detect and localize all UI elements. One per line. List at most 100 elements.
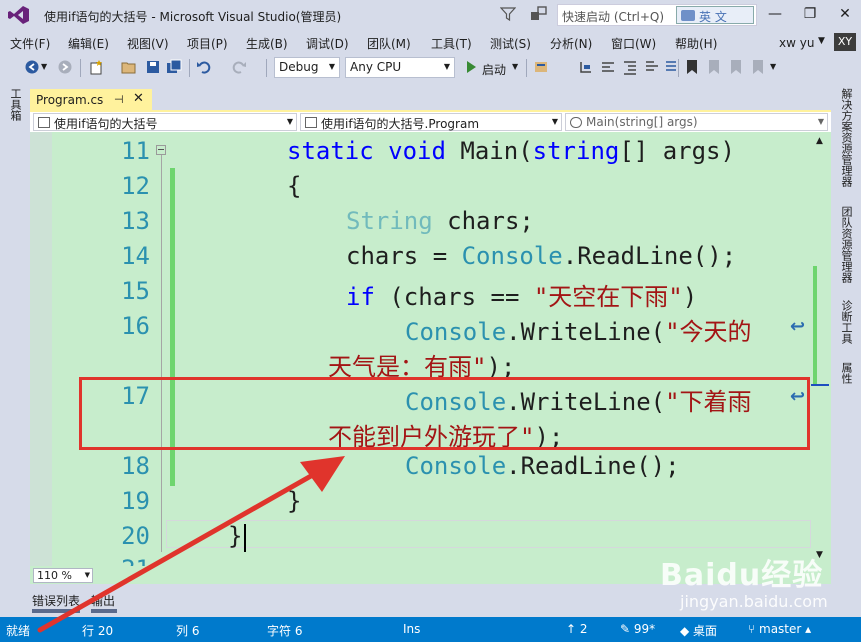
code-line-11[interactable]: static void Main(string[] args) [287,137,735,165]
bookmark-icon[interactable] [684,59,700,75]
outline-guide [161,152,162,552]
diagnostic-tools-tab[interactable]: 诊断工具 [838,300,854,344]
avatar[interactable]: XY [834,33,856,51]
chevron-down-icon: ▼ [84,571,90,579]
project-value: 使用if语句的大括号 [54,117,158,131]
tab-error-list[interactable]: 错误列表 [32,592,80,609]
menu-help[interactable]: 帮助(H) [675,35,717,52]
solution-configuration-select[interactable]: Debug ▼ [274,57,340,78]
code-type: Console [405,452,507,480]
code-line-14[interactable]: chars = Console.ReadLine(); [346,242,736,270]
code-editor[interactable]: 11 12 13 14 15 16 17 18 19 20 21 static … [30,132,831,566]
menu-tools[interactable]: 工具(T) [431,35,472,52]
start-button[interactable]: 启动 [482,61,506,78]
save-icon[interactable] [145,59,161,75]
step-into-icon[interactable] [578,59,594,75]
comment-out-icon[interactable] [644,59,660,75]
show-threads-icon[interactable] [600,59,616,75]
solution-platform-select[interactable]: Any CPU ▼ [345,57,455,78]
close-tab-icon[interactable]: ✕ [133,91,144,106]
type-select[interactable]: 使用if语句的大括号.Program ▼ [300,113,562,131]
navigate-back-icon[interactable] [24,59,40,75]
vertical-scrollbar[interactable]: ▲ ▼ [811,132,831,566]
status-pending-changes[interactable]: ✎ 99* [620,622,655,636]
next-bookmark-icon[interactable] [728,59,744,75]
new-project-icon[interactable] [88,59,104,75]
code-punct: ( [518,137,533,165]
status-branch[interactable]: ⑂ master ▴ [748,622,811,636]
tab-program-cs[interactable]: Program.cs ⊣ ✕ [30,89,152,111]
notifications-filter-icon[interactable] [500,6,516,22]
close-button[interactable]: ✕ [834,4,856,24]
menu-analyze[interactable]: 分析(N) [550,35,592,52]
navigate-forward-icon[interactable] [57,59,73,75]
back-dropdown-icon[interactable]: ▼ [41,62,57,78]
scrollbar-change-map[interactable] [813,266,817,386]
menu-team[interactable]: 团队(M) [367,35,411,52]
uncomment-icon[interactable] [663,59,679,75]
menu-build[interactable]: 生成(B) [246,35,288,52]
open-file-icon[interactable] [121,59,137,75]
member-select[interactable]: Main(string[] args) ▼ [565,113,828,131]
browser-link-icon[interactable] [533,59,549,75]
chevron-down-icon: ▼ [443,62,450,71]
code-line-20[interactable]: } [228,522,242,550]
indent-icon[interactable] [622,59,638,75]
line-number: 12 [121,172,150,200]
code-line-16[interactable]: Console.WriteLine("今天的 [405,312,752,347]
code-line-19[interactable]: } [287,487,301,515]
zoom-select[interactable]: 110 % ▼ [33,568,93,583]
clear-bookmarks-icon[interactable] [750,59,766,75]
status-repository[interactable]: ◆ 桌面 [680,622,717,639]
toolbar-overflow-icon[interactable]: ▼ [770,62,786,78]
csharp-project-icon [38,117,50,128]
save-all-icon[interactable] [166,59,182,75]
code-line-15[interactable]: if (chars == "天空在下雨") [346,277,697,312]
project-select[interactable]: 使用if语句的大括号 ▼ [33,113,297,131]
menu-project[interactable]: 项目(P) [187,35,228,52]
menu-file[interactable]: 文件(F) [10,35,50,52]
status-unpushed-commits[interactable]: ↑ 2 [566,622,588,636]
collapse-toggle-icon[interactable] [156,145,166,155]
menu-edit[interactable]: 编辑(E) [68,35,109,52]
solution-explorer-tab[interactable]: 解决方案资源管理器 [838,88,854,187]
toolbar-separator [526,59,527,77]
undo-icon[interactable] [196,59,212,75]
menu-window[interactable]: 窗口(W) [611,35,656,52]
menu-debug[interactable]: 调试(D) [306,35,349,52]
line-number: 21 [70,555,150,566]
start-debugging-icon[interactable] [463,59,479,75]
baidu-jingyan-watermark: Baidu经验 jingyan.baidu.com [660,550,860,620]
menu-view[interactable]: 视图(V) [127,35,169,52]
account-dropdown-icon[interactable]: ▼ [818,36,825,46]
account-name[interactable]: xw yu [779,36,814,50]
team-explorer-tab[interactable]: 团队资源管理器 [838,206,854,283]
properties-tab[interactable]: 属性 [838,362,854,384]
line-number: 19 [121,487,150,515]
menu-bar: 文件(F) 编辑(E) 视图(V) 项目(P) 生成(B) 调试(D) 团队(M… [0,30,861,54]
code-line-12[interactable]: { [287,172,301,200]
feedback-icon[interactable] [530,6,548,22]
ime-indicator[interactable]: 英 文 [676,6,754,24]
scroll-up-icon[interactable]: ▲ [816,136,823,146]
tab-label: Program.cs [36,93,104,107]
code-line-18[interactable]: Console.ReadLine(); [405,452,680,480]
toolbox-tab[interactable]: 工具箱 [7,88,23,121]
pin-icon[interactable]: ⊣ [114,93,124,106]
quick-launch-input[interactable]: 快速启动 (Ctrl+Q) 英 文 [557,4,757,26]
zoom-value: 110 % [37,569,72,582]
restore-button[interactable]: ❐ [799,4,821,24]
line-number: 15 [121,277,150,305]
code-text: { [287,172,302,200]
tab-output[interactable]: 输出 [91,592,115,609]
indicator-margin[interactable] [30,132,52,566]
minimize-button[interactable]: — [764,4,786,24]
code-type: Console [405,318,507,346]
code-line-13[interactable]: String chars; [346,207,534,235]
code-text: .WriteLine( [506,318,666,346]
previous-bookmark-icon[interactable] [706,59,722,75]
menu-test[interactable]: 测试(S) [490,35,531,52]
ime-label: 英 文 [699,10,727,24]
code-keyword: static [287,137,374,165]
redo-icon[interactable] [231,59,247,75]
